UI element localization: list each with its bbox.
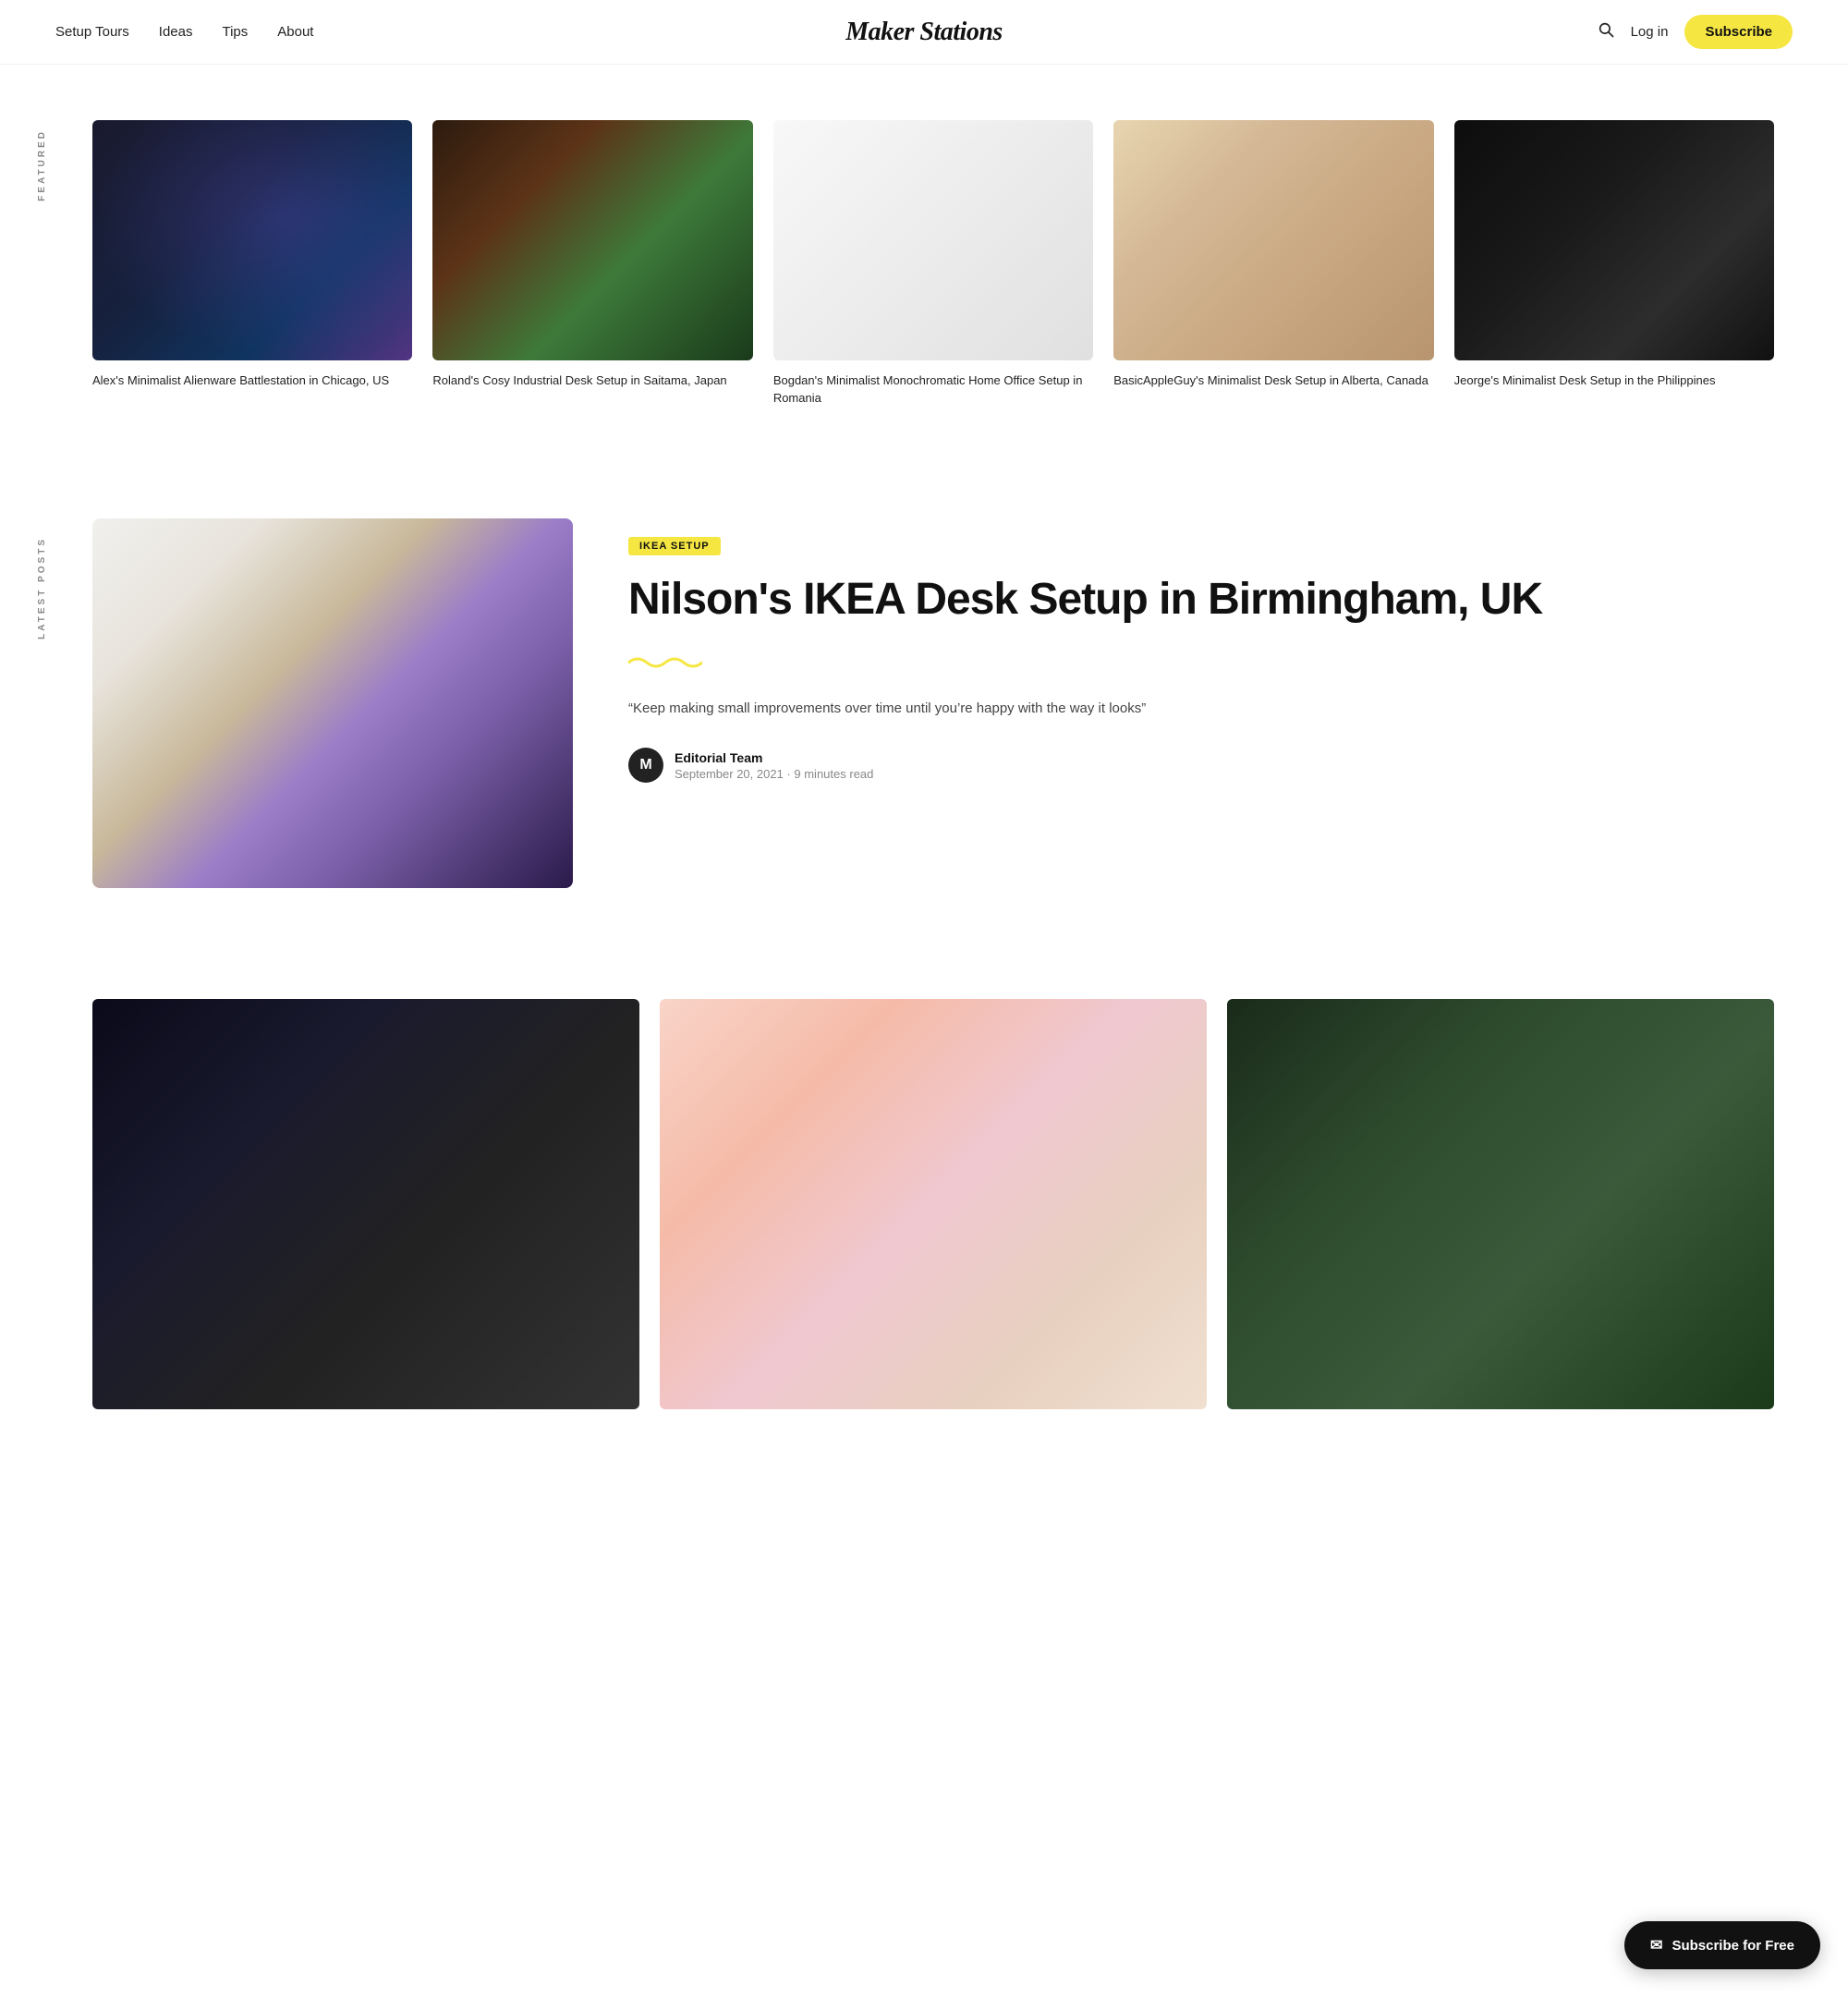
featured-item-1[interactable]: Roland's Cosy Industrial Desk Setup in S…: [432, 120, 752, 408]
featured-label: FEATURED: [37, 129, 47, 201]
post-tag-badge[interactable]: IKEA SETUP: [628, 537, 721, 555]
featured-title-0: Alex's Minimalist Alienware Battlestatio…: [92, 373, 389, 387]
bottom-grid-section: [0, 944, 1848, 1483]
navbar: Setup Tours Ideas Tips About Maker Stati…: [0, 0, 1848, 65]
nav-tips[interactable]: Tips: [222, 24, 248, 40]
featured-title-1: Roland's Cosy Industrial Desk Setup in S…: [432, 373, 726, 387]
search-button[interactable]: [1598, 21, 1614, 43]
featured-title-4: Jeorge's Minimalist Desk Setup in the Ph…: [1454, 373, 1716, 387]
subscribe-float-button[interactable]: ✉ Subscribe for Free: [1624, 1921, 1820, 1969]
login-button[interactable]: Log in: [1631, 24, 1669, 40]
post-date: September 20, 2021: [675, 767, 784, 781]
post-meta: September 20, 2021 · 9 minutes read: [675, 767, 873, 781]
featured-title-3: BasicAppleGuy's Minimalist Desk Setup in…: [1113, 373, 1429, 387]
author-info: Editorial Team September 20, 2021 · 9 mi…: [675, 750, 873, 781]
nav-ideas[interactable]: Ideas: [159, 24, 193, 40]
wavy-divider: [628, 651, 1774, 680]
latest-post-image[interactable]: [92, 518, 573, 888]
featured-item-0[interactable]: Alex's Minimalist Alienware Battlestatio…: [92, 120, 412, 408]
latest-post-title: Nilson's IKEA Desk Setup in Birmingham, …: [628, 574, 1774, 625]
latest-section: LATEST POSTS IKEA SETUP Nilson's IKEA De…: [0, 444, 1848, 944]
latest-post-main: IKEA SETUP Nilson's IKEA Desk Setup in B…: [92, 518, 1774, 888]
post-read-time: 9 minutes read: [794, 767, 873, 781]
bottom-grid-image-2: [1227, 999, 1774, 1409]
site-logo[interactable]: Maker Stations: [845, 18, 1003, 46]
author-name: Editorial Team: [675, 750, 873, 765]
bottom-grid-image-0: [92, 999, 639, 1409]
post-quote: “Keep making small improvements over tim…: [628, 697, 1774, 721]
nav-about[interactable]: About: [277, 24, 313, 40]
subscribe-button[interactable]: Subscribe: [1684, 15, 1793, 49]
site-logo-container: Maker Stations: [845, 18, 1003, 47]
bottom-grid-item-0[interactable]: [92, 999, 639, 1409]
featured-item-4[interactable]: Jeorge's Minimalist Desk Setup in the Ph…: [1454, 120, 1774, 408]
author-row: M Editorial Team September 20, 2021 · 9 …: [628, 748, 1774, 783]
bottom-grid: [92, 999, 1774, 1409]
nav-links: Setup Tours Ideas Tips About: [55, 24, 313, 40]
featured-item-3[interactable]: BasicAppleGuy's Minimalist Desk Setup in…: [1113, 120, 1433, 408]
author-avatar: M: [628, 748, 663, 783]
nav-setup-tours[interactable]: Setup Tours: [55, 24, 129, 40]
subscribe-float-label: Subscribe for Free: [1672, 1938, 1794, 1954]
bottom-grid-item-2[interactable]: [1227, 999, 1774, 1409]
latest-label: LATEST POSTS: [37, 537, 47, 639]
featured-grid: Alex's Minimalist Alienware Battlestatio…: [92, 120, 1774, 408]
featured-item-2[interactable]: Bogdan's Minimalist Monochromatic Home O…: [773, 120, 1093, 408]
bottom-grid-image-1: [660, 999, 1207, 1409]
nav-actions: Log in Subscribe: [1598, 15, 1793, 49]
envelope-icon: ✉: [1650, 1936, 1662, 1954]
featured-title-2: Bogdan's Minimalist Monochromatic Home O…: [773, 373, 1083, 406]
bottom-grid-item-1[interactable]: [660, 999, 1207, 1409]
latest-post-content: IKEA SETUP Nilson's IKEA Desk Setup in B…: [628, 518, 1774, 784]
featured-section: FEATURED Alex's Minimalist Alienware Bat…: [0, 65, 1848, 444]
